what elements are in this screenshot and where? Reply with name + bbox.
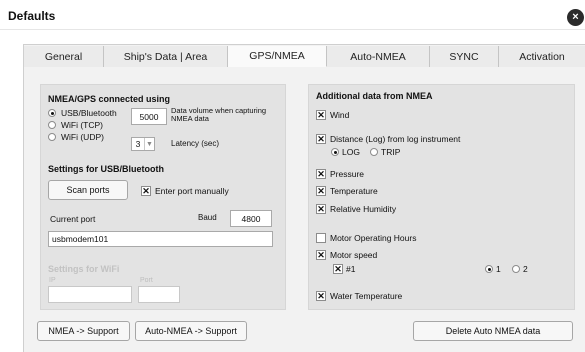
motor-hours-label: Motor Operating Hours bbox=[330, 233, 417, 243]
port-label: Port bbox=[140, 277, 153, 284]
delete-auto-nmea-button[interactable]: Delete Auto NMEA data bbox=[413, 321, 573, 341]
tab-general[interactable]: General bbox=[24, 46, 104, 67]
distance-log-label: Distance (Log) from log instrument bbox=[330, 134, 461, 144]
data-volume-input[interactable]: 5000 bbox=[131, 108, 167, 125]
chevron-down-icon: ▼ bbox=[144, 138, 154, 150]
motor-hours-checkbox[interactable] bbox=[316, 233, 326, 243]
scan-ports-button[interactable]: Scan ports bbox=[48, 180, 128, 200]
wifi-settings-title: Settings for WiFi bbox=[48, 264, 120, 274]
nmea-gps-title: NMEA/GPS connected using bbox=[48, 94, 171, 104]
baud-label: Baud bbox=[198, 213, 217, 222]
radio-wifi-udp[interactable] bbox=[48, 133, 56, 141]
humidity-label: Relative Humidity bbox=[330, 204, 397, 214]
motor-1-label: #1 bbox=[346, 264, 356, 274]
motor-speed-label: Motor speed bbox=[330, 250, 378, 260]
additional-data-title: Additional data from NMEA bbox=[316, 91, 433, 101]
data-volume-label: Data volume when capturing NMEA data bbox=[171, 106, 267, 123]
tab-bar: General Ship's Data | Area GPS/NMEA Auto… bbox=[24, 46, 585, 67]
radio-usb-bluetooth-label: USB/Bluetooth bbox=[61, 108, 117, 118]
radio-usb-bluetooth[interactable] bbox=[48, 109, 56, 117]
wifi-ip-input[interactable] bbox=[48, 286, 132, 303]
radio-wifi-udp-label: WiFi (UDP) bbox=[61, 132, 104, 142]
auto-nmea-support-button[interactable]: Auto-NMEA -> Support bbox=[135, 321, 247, 341]
water-temp-label: Water Temperature bbox=[330, 291, 403, 301]
pressure-label: Pressure bbox=[330, 169, 365, 179]
wind-checkbox[interactable]: ✕ bbox=[316, 110, 326, 120]
tab-gps-nmea[interactable]: GPS/NMEA bbox=[228, 46, 327, 67]
baud-input[interactable]: 4800 bbox=[230, 210, 272, 227]
radio-engine-2-label: 2 bbox=[523, 264, 528, 274]
ip-label: IP bbox=[49, 277, 56, 284]
tab-auto-nmea[interactable]: Auto-NMEA bbox=[327, 46, 430, 67]
wind-label: Wind bbox=[330, 110, 350, 120]
current-port-label: Current port bbox=[50, 214, 96, 224]
radio-trip[interactable] bbox=[370, 148, 378, 156]
nmea-support-button[interactable]: NMEA -> Support bbox=[37, 321, 130, 341]
distance-log-checkbox[interactable]: ✕ bbox=[316, 134, 326, 144]
wifi-port-input[interactable] bbox=[138, 286, 180, 303]
usb-settings-title: Settings for USB/Bluetooth bbox=[48, 164, 164, 174]
radio-engine-1[interactable] bbox=[485, 265, 493, 273]
tab-ships-data[interactable]: Ship's Data | Area bbox=[104, 46, 228, 67]
tab-activation[interactable]: Activation bbox=[499, 46, 585, 67]
temperature-checkbox[interactable]: ✕ bbox=[316, 186, 326, 196]
pressure-checkbox[interactable]: ✕ bbox=[316, 169, 326, 179]
radio-wifi-tcp[interactable] bbox=[48, 121, 56, 129]
motor-speed-checkbox[interactable]: ✕ bbox=[316, 250, 326, 260]
radio-log-label: LOG bbox=[342, 147, 360, 157]
window-title: Defaults bbox=[8, 9, 56, 23]
radio-log[interactable] bbox=[331, 148, 339, 156]
radio-engine-2[interactable] bbox=[512, 265, 520, 273]
radio-wifi-tcp-label: WiFi (TCP) bbox=[61, 120, 104, 130]
close-icon[interactable]: × bbox=[567, 9, 584, 26]
water-temp-checkbox[interactable]: ✕ bbox=[316, 291, 326, 301]
latency-value: 3 bbox=[135, 139, 141, 149]
radio-trip-label: TRIP bbox=[381, 147, 401, 157]
radio-engine-1-label: 1 bbox=[496, 264, 501, 274]
temperature-label: Temperature bbox=[330, 186, 378, 196]
latency-select[interactable]: 3 ▼ bbox=[131, 137, 155, 151]
enter-manually-label: Enter port manually bbox=[155, 186, 229, 196]
tab-sync[interactable]: SYNC bbox=[430, 46, 499, 67]
current-port-input[interactable]: usbmodem101 bbox=[48, 231, 273, 247]
motor-1-checkbox[interactable]: ✕ bbox=[333, 264, 343, 274]
title-bar: Defaults × bbox=[0, 0, 585, 30]
latency-label: Latency (sec) bbox=[171, 139, 220, 148]
enter-manually-checkbox[interactable]: ✕ bbox=[141, 186, 151, 196]
humidity-checkbox[interactable]: ✕ bbox=[316, 204, 326, 214]
